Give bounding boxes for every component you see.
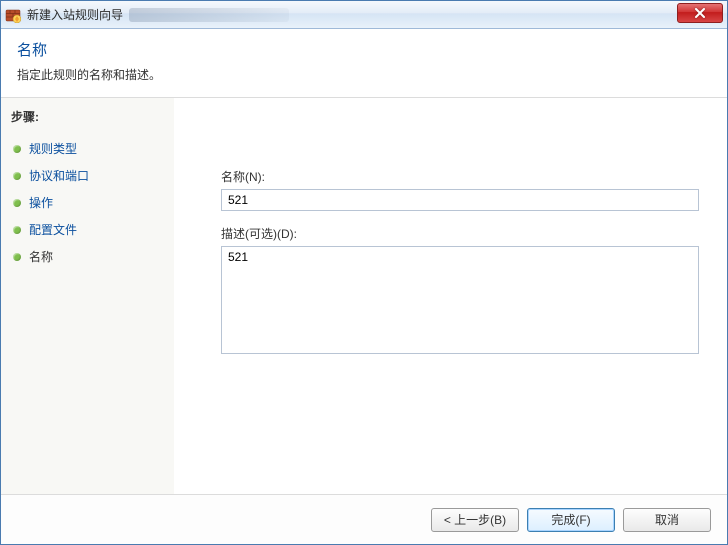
step-label: 协议和端口	[29, 167, 89, 184]
step-rule-type[interactable]: 规则类型	[11, 135, 168, 162]
bullet-icon	[13, 226, 21, 234]
body: 步骤: 规则类型 协议和端口 操作 配置文件 名称 名	[1, 98, 727, 494]
description-input[interactable]	[221, 246, 699, 354]
window-title: 新建入站规则向导	[27, 6, 123, 23]
close-button[interactable]	[677, 3, 723, 23]
step-label: 规则类型	[29, 140, 77, 157]
footer: < 上一步(B) 完成(F) 取消	[1, 494, 727, 544]
steps-heading: 步骤:	[11, 108, 168, 125]
close-icon	[694, 8, 706, 18]
bullet-icon	[13, 145, 21, 153]
back-button[interactable]: < 上一步(B)	[431, 508, 519, 532]
page-title: 名称	[17, 39, 711, 60]
step-name[interactable]: 名称	[11, 243, 168, 270]
name-label: 名称(N):	[221, 168, 699, 185]
step-label: 配置文件	[29, 221, 77, 238]
bullet-icon	[13, 172, 21, 180]
step-profile[interactable]: 配置文件	[11, 216, 168, 243]
description-label: 描述(可选)(D):	[221, 225, 699, 242]
sidebar: 步骤: 规则类型 协议和端口 操作 配置文件 名称	[1, 98, 175, 494]
header-area: 名称 指定此规则的名称和描述。	[1, 29, 727, 98]
wizard-window: 新建入站规则向导 名称 指定此规则的名称和描述。 步骤: 规则类型 协议和端口 …	[0, 0, 728, 545]
step-label: 操作	[29, 194, 53, 211]
titlebar: 新建入站规则向导	[1, 1, 727, 29]
cancel-button[interactable]: 取消	[623, 508, 711, 532]
firewall-icon	[5, 7, 21, 23]
page-subtitle: 指定此规则的名称和描述。	[17, 66, 711, 83]
title-ghost	[129, 8, 289, 22]
step-protocol-ports[interactable]: 协议和端口	[11, 162, 168, 189]
step-label: 名称	[29, 248, 53, 265]
finish-button[interactable]: 完成(F)	[527, 508, 615, 532]
bullet-icon	[13, 253, 21, 261]
main-panel: 名称(N): 描述(可选)(D):	[175, 98, 727, 494]
bullet-icon	[13, 199, 21, 207]
name-input[interactable]	[221, 189, 699, 211]
step-action[interactable]: 操作	[11, 189, 168, 216]
